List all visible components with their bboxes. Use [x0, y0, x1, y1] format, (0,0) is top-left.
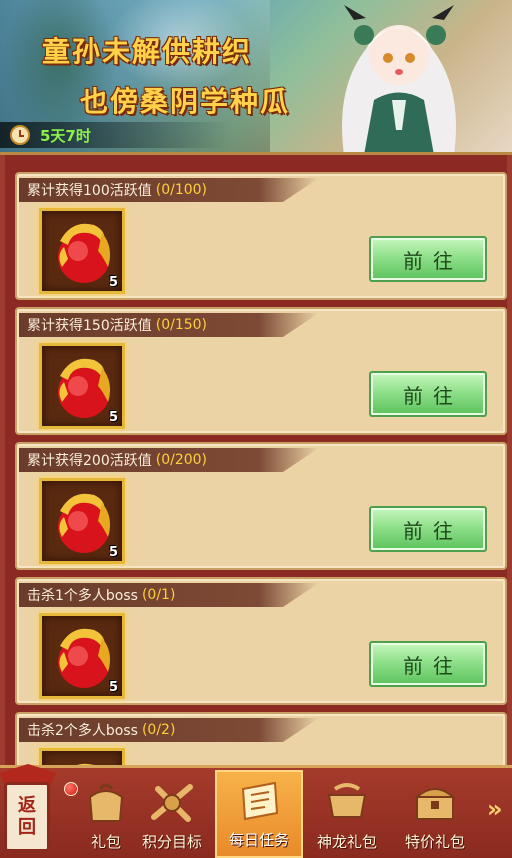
task-card: 击杀1个多人boss (0/1) 5 前往	[15, 577, 507, 705]
task-title-bar: 累计获得100活跃值 (0/100)	[19, 178, 319, 202]
task-title: 击杀1个多人boss	[27, 588, 138, 604]
treasure-chest-icon	[414, 788, 456, 820]
item-count: 5	[108, 680, 118, 695]
task-title-bar: 击杀1个多人boss (0/1)	[19, 583, 319, 607]
character-illustration	[342, 5, 456, 152]
nav-tab-points-target[interactable]: 积分目标	[128, 770, 216, 858]
reward-item-slot[interactable]: 5	[39, 478, 125, 564]
nav-label: 神龙礼包	[316, 833, 377, 851]
task-card: 累计获得150活跃值 (0/150) 5 前往	[15, 307, 507, 435]
reward-item-slot[interactable]: 5	[39, 208, 125, 294]
nav-tab-special-offer[interactable]: 特价礼包	[391, 770, 479, 858]
task-progress: (0/200)	[155, 452, 208, 468]
gift-icon	[88, 783, 124, 822]
task-title: 击杀2个多人boss	[27, 723, 138, 739]
task-list[interactable]: 累计获得100活跃值 (0/100) 5 前往 累计获得150活跃值 (0/15…	[0, 155, 512, 765]
back-label-bottom: 回	[18, 817, 36, 838]
nav-more-arrow[interactable]: »	[487, 795, 507, 823]
task-title: 累计获得150活跃值	[27, 318, 152, 334]
go-button[interactable]: 前往	[369, 641, 487, 687]
task-progress: (0/2)	[141, 722, 176, 738]
banner-title-line1: 童孙未解供耕织	[42, 35, 253, 68]
go-button[interactable]: 前往	[369, 371, 487, 417]
task-title: 累计获得200活跃值	[27, 453, 152, 469]
task-title-bar: 累计获得150活跃值 (0/150)	[19, 313, 319, 337]
notification-dot	[64, 782, 78, 796]
go-button[interactable]: 前往	[369, 506, 487, 552]
task-progress: (0/1)	[141, 587, 176, 603]
task-progress: (0/150)	[155, 317, 208, 333]
item-count: 5	[108, 410, 118, 425]
countdown-bar: 5天7时	[0, 122, 230, 148]
task-card: 累计获得200活跃值 (0/200) 5 前往	[15, 442, 507, 570]
nav-tab-dragon-gift[interactable]: 神龙礼包	[303, 770, 391, 858]
bottom-nav: 礼包 积分目标 每日任务 神龙礼包 特价礼包	[0, 765, 512, 858]
nav-label: 礼包	[90, 833, 121, 851]
nav-label: 每日任务	[228, 831, 289, 849]
reward-item-slot[interactable]: 5	[39, 613, 125, 699]
back-label-top: 返	[18, 795, 36, 816]
task-card: 累计获得100活跃值 (0/100) 5 前往	[15, 172, 507, 300]
target-icon	[151, 784, 193, 822]
reward-item-slot[interactable]: 5	[39, 343, 125, 429]
dragon-altar-icon	[327, 783, 367, 818]
scroll-icon	[241, 781, 279, 821]
back-button[interactable]: 返 回	[0, 760, 62, 858]
go-button[interactable]: 前往	[369, 236, 487, 282]
event-banner: 童孙未解供耕织 也傍桑阴学种瓜 5天7时	[0, 0, 512, 155]
task-card: 击杀2个多人boss (0/2) 5 前往	[15, 712, 507, 765]
nav-label: 特价礼包	[404, 833, 465, 851]
task-title-bar: 击杀2个多人boss (0/2)	[19, 718, 319, 742]
task-progress: (0/100)	[155, 182, 208, 198]
task-title: 累计获得100活跃值	[27, 183, 152, 199]
nav-tab-daily-tasks[interactable]: 每日任务	[215, 770, 303, 858]
nav-label: 积分目标	[141, 833, 202, 851]
task-title-bar: 累计获得200活跃值 (0/200)	[19, 448, 319, 472]
clock-icon	[10, 125, 30, 145]
back-label: 返 回	[4, 782, 50, 852]
item-count: 5	[108, 275, 118, 290]
banner-title-line2: 也傍桑阴学种瓜	[80, 85, 291, 118]
countdown-text: 5天7时	[40, 126, 91, 145]
item-count: 5	[108, 545, 118, 560]
